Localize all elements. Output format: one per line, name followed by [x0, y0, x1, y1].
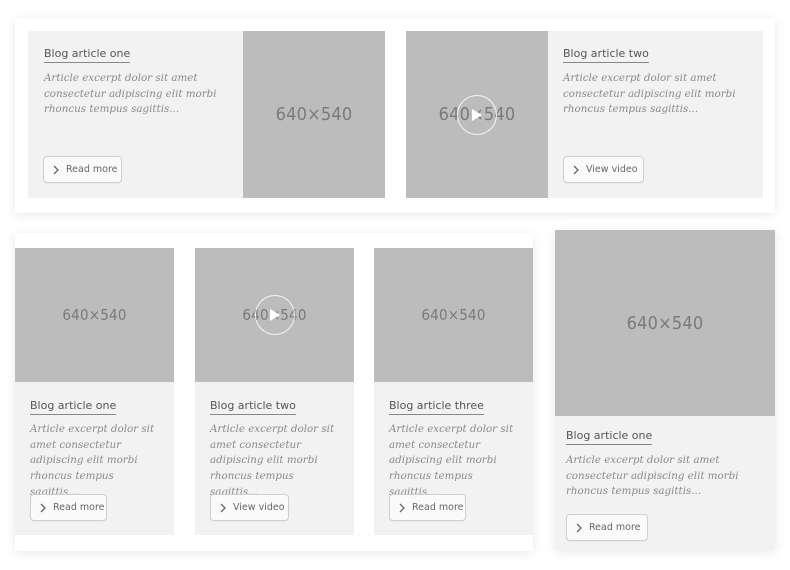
article-video-thumbnail[interactable]: 640×540 [195, 248, 354, 382]
read-more-button[interactable]: Read more [43, 156, 122, 183]
article-image: 640×540 [374, 248, 533, 382]
article-card-horizontal-two: 640×540 Blog article two Article excerpt… [406, 31, 763, 198]
image-placeholder-label: 640×540 [421, 306, 486, 324]
read-more-label: Read more [589, 522, 641, 533]
read-more-button[interactable]: Read more [30, 494, 107, 521]
read-more-button[interactable]: Read more [389, 494, 466, 521]
article-title[interactable]: Blog article one [30, 399, 117, 415]
view-video-button[interactable]: View video [210, 494, 289, 521]
read-more-button[interactable]: Read more [566, 514, 648, 541]
image-placeholder-label: 640×540 [275, 104, 353, 125]
article-title[interactable]: Blog article two [210, 399, 296, 415]
article-card-vertical-two: 640×540 Blog article two Article excerpt… [195, 248, 354, 535]
chevron-right-icon [40, 503, 46, 512]
article-excerpt: Article excerpt dolor sit amet consectet… [566, 454, 739, 498]
article-video-thumbnail[interactable]: 640×540 [406, 31, 548, 198]
article-excerpt: Article excerpt dolor sit amet consectet… [389, 423, 514, 498]
article-excerpt: Article excerpt dolor sit amet consectet… [30, 423, 155, 498]
article-excerpt: Article excerpt dolor sit amet consectet… [44, 72, 217, 116]
article-excerpt: Article excerpt dolor sit amet consectet… [563, 72, 736, 116]
article-card-single: 640×540 Blog article one Article excerpt… [555, 230, 775, 550]
article-title[interactable]: Blog article two [563, 47, 649, 63]
image-placeholder-label: 640×540 [626, 312, 704, 334]
chevron-right-icon [399, 503, 405, 512]
play-icon[interactable] [457, 94, 497, 135]
article-title[interactable]: Blog article one [566, 429, 653, 445]
view-video-label: View video [233, 502, 285, 513]
read-more-label: Read more [412, 502, 464, 513]
chevron-right-icon [53, 165, 59, 174]
article-title[interactable]: Blog article one [44, 47, 131, 63]
article-excerpt: Article excerpt dolor sit amet consectet… [210, 423, 335, 498]
article-card-vertical-three: 640×540 Blog article three Article excer… [374, 248, 533, 535]
read-more-label: Read more [66, 164, 118, 175]
view-video-label: View video [586, 164, 638, 175]
play-icon[interactable] [254, 295, 295, 335]
image-placeholder-label: 640×540 [62, 306, 127, 324]
article-image: 640×540 [243, 31, 385, 198]
chevron-right-icon [573, 165, 579, 174]
article-card-vertical-one: 640×540 Blog article one Article excerpt… [15, 248, 174, 535]
article-title[interactable]: Blog article three [389, 399, 484, 415]
article-card-horizontal-one: Blog article one Article excerpt dolor s… [28, 31, 385, 198]
view-video-button[interactable]: View video [563, 156, 644, 183]
article-image: 640×540 [555, 230, 775, 416]
chevron-right-icon [576, 523, 582, 532]
read-more-label: Read more [53, 502, 105, 513]
article-image: 640×540 [15, 248, 174, 382]
chevron-right-icon [220, 503, 226, 512]
